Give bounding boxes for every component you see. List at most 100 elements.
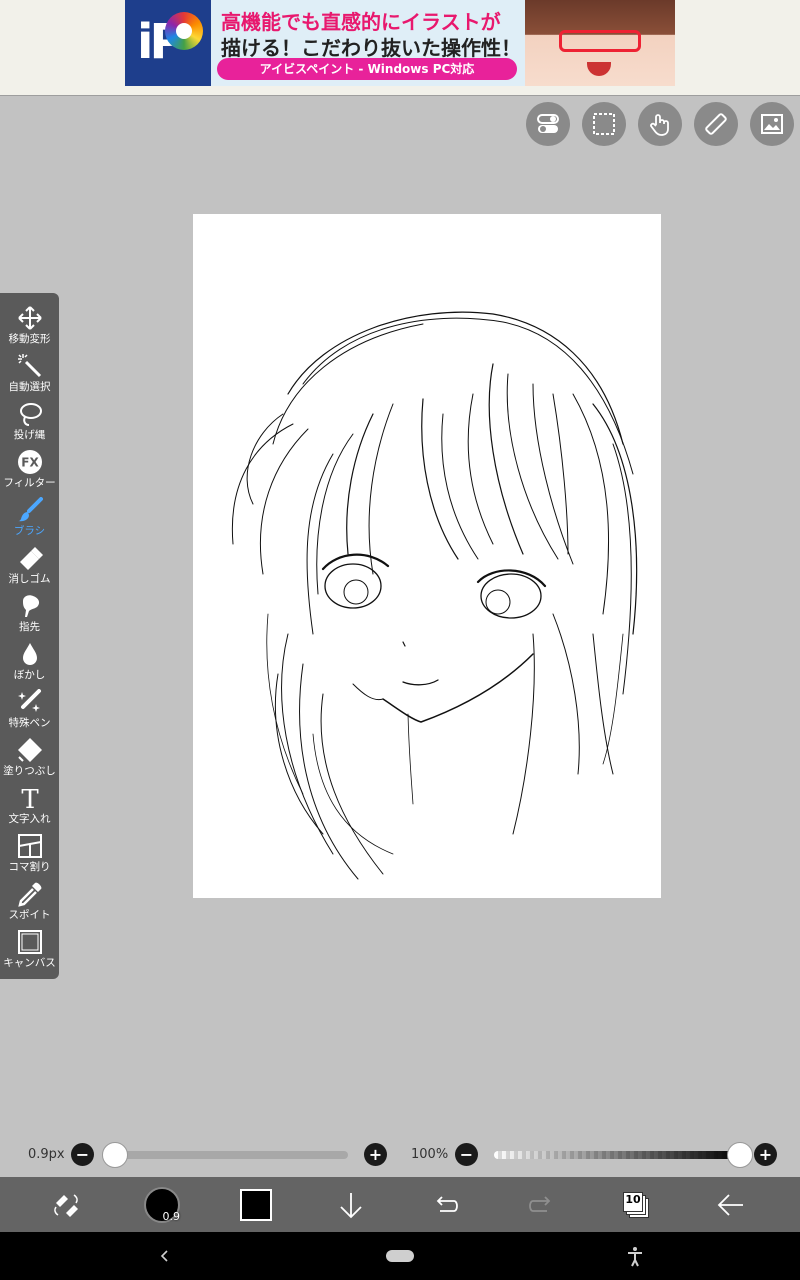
bottom-toolbar: 0.9 10 — [0, 1177, 800, 1232]
brush-settings-button[interactable]: 0.9 — [132, 1177, 192, 1232]
tool-label: 塗りつぶし — [3, 765, 56, 777]
selection-icon — [593, 113, 615, 135]
selection-button[interactable] — [582, 102, 626, 146]
canvas-icon — [17, 930, 42, 954]
tool-label: ぼかし — [13, 669, 46, 681]
tool-eraser[interactable]: 消しゴム — [0, 541, 59, 589]
reference-image-button[interactable] — [750, 102, 794, 146]
tool-filter[interactable]: FX フィルター — [0, 445, 59, 493]
back-button[interactable] — [701, 1177, 761, 1232]
ad-headline: 高機能でも直感的にイラストが — [221, 10, 501, 34]
arrow-left-icon — [717, 1193, 743, 1216]
tool-special-pen[interactable]: 特殊ペン — [0, 685, 59, 733]
lasso-icon — [19, 403, 42, 426]
brush-settings-row: 0.9px − + 100% − + — [0, 1138, 800, 1172]
sketch-drawing — [231, 311, 638, 880]
brush-size-label: 0.9px — [28, 1147, 65, 1162]
toggle-button[interactable] — [526, 102, 570, 146]
fill-icon — [17, 738, 42, 762]
size-decrease-button[interactable]: − — [71, 1143, 94, 1166]
tool-text[interactable]: T 文字入れ — [0, 781, 59, 829]
tool-label: 消しゴム — [8, 573, 51, 585]
tool-lasso[interactable]: 投げ縄 — [0, 397, 59, 445]
tool-canvas[interactable]: キャンバス — [0, 925, 59, 973]
tool-label: 特殊ペン — [8, 717, 51, 729]
tool-label: キャンバス — [3, 957, 56, 969]
tool-label: スポイト — [8, 909, 51, 921]
opacity-knob[interactable] — [727, 1142, 753, 1168]
layer-count: 10 — [625, 1192, 641, 1206]
opacity-label: 100% — [411, 1147, 449, 1162]
layers-button[interactable]: 10 — [606, 1177, 666, 1232]
tool-label: 文字入れ — [8, 813, 51, 825]
tool-label: 移動変形 — [8, 333, 51, 345]
ad-character-illustration — [525, 0, 675, 86]
special-pen-icon — [17, 689, 41, 712]
tool-move[interactable]: 移動変形 — [0, 301, 59, 349]
mouth-shape — [587, 62, 611, 76]
tool-label: ブラシ — [13, 525, 46, 537]
redo-icon — [529, 1195, 551, 1212]
redo-button[interactable] — [511, 1177, 571, 1232]
tool-label: 自動選択 — [8, 381, 51, 393]
svg-text:T: T — [21, 785, 39, 811]
tool-blur[interactable]: ぼかし — [0, 637, 59, 685]
gesture-button[interactable] — [638, 102, 682, 146]
tool-palette: 移動変形 自動選択 投げ縄 FX フィルター ブラシ 消しゴム 指先 ぼかし 特… — [0, 293, 59, 979]
ad-banner[interactable]: iP 高機能でも直感的にイラストが 描ける！こだわり抜いた操作性！ アイビスペイ… — [125, 0, 675, 86]
download-button[interactable] — [321, 1177, 381, 1232]
ad-banner-bar: iP 高機能でも直感的にイラストが 描ける！こだわり抜いた操作性！ アイビスペイ… — [0, 0, 800, 96]
tool-label: 指先 — [19, 621, 40, 633]
nav-back-icon[interactable] — [156, 1244, 176, 1268]
color-button[interactable] — [226, 1177, 286, 1232]
blur-drop-icon — [22, 643, 37, 665]
toggle-icon — [537, 114, 559, 133]
size-increase-button[interactable]: + — [364, 1143, 387, 1166]
move-icon — [17, 306, 42, 330]
brush-size-knob[interactable] — [101, 1142, 128, 1168]
layers-icon: 10 — [623, 1191, 649, 1218]
opacity-decrease-button[interactable]: − — [455, 1143, 478, 1166]
arrow-down-icon — [340, 1192, 362, 1218]
reference-image-icon — [761, 114, 783, 134]
glasses-shape — [559, 30, 641, 52]
eraser-icon — [19, 547, 43, 570]
brush-size-preview: 0.9 — [144, 1186, 181, 1223]
ad-subline: 描ける！こだわり抜いた操作性！ — [221, 36, 521, 60]
tool-eyedropper[interactable]: スポイト — [0, 877, 59, 925]
ruler-icon — [705, 113, 727, 135]
tool-fill[interactable]: 塗りつぶし — [0, 733, 59, 781]
tool-label: コマ割り — [8, 861, 51, 873]
eyedropper-icon — [17, 882, 41, 907]
opacity-increase-button[interactable]: + — [754, 1143, 777, 1166]
tool-label: フィルター — [3, 477, 56, 489]
undo-button[interactable] — [416, 1177, 476, 1232]
frame-divider-icon — [17, 834, 42, 858]
gesture-icon — [650, 114, 669, 136]
tool-brush[interactable]: ブラシ — [0, 493, 59, 541]
finger-icon — [22, 595, 39, 617]
text-icon: T — [21, 785, 39, 811]
svg-text:FX: FX — [21, 456, 39, 470]
system-nav-bar — [0, 1232, 800, 1280]
swap-brush-eraser-button[interactable] — [36, 1177, 96, 1232]
accessibility-icon[interactable] — [624, 1244, 646, 1268]
ad-pill: アイビスペイント - Windows PC対応 — [217, 58, 517, 80]
tool-smudge[interactable]: 指先 — [0, 589, 59, 637]
ibis-paint-logo: iP — [125, 0, 211, 86]
drawing-canvas[interactable] — [193, 214, 661, 898]
tool-label: 投げ縄 — [13, 429, 46, 441]
tool-magic-wand[interactable]: 自動選択 — [0, 349, 59, 397]
brush-icon — [17, 497, 43, 522]
tool-frame-divider[interactable]: コマ割り — [0, 829, 59, 877]
brush-size-slider[interactable] — [110, 1151, 348, 1159]
opacity-slider[interactable] — [494, 1151, 740, 1159]
swap-tools-icon — [54, 1193, 78, 1217]
undo-icon — [436, 1195, 458, 1212]
current-color-swatch — [240, 1188, 272, 1221]
fx-icon: FX — [17, 450, 42, 474]
color-wheel-icon — [165, 12, 203, 50]
nav-home-button[interactable] — [386, 1250, 414, 1262]
ruler-button[interactable] — [694, 102, 738, 146]
brush-size-badge: 0.9 — [162, 1209, 181, 1223]
